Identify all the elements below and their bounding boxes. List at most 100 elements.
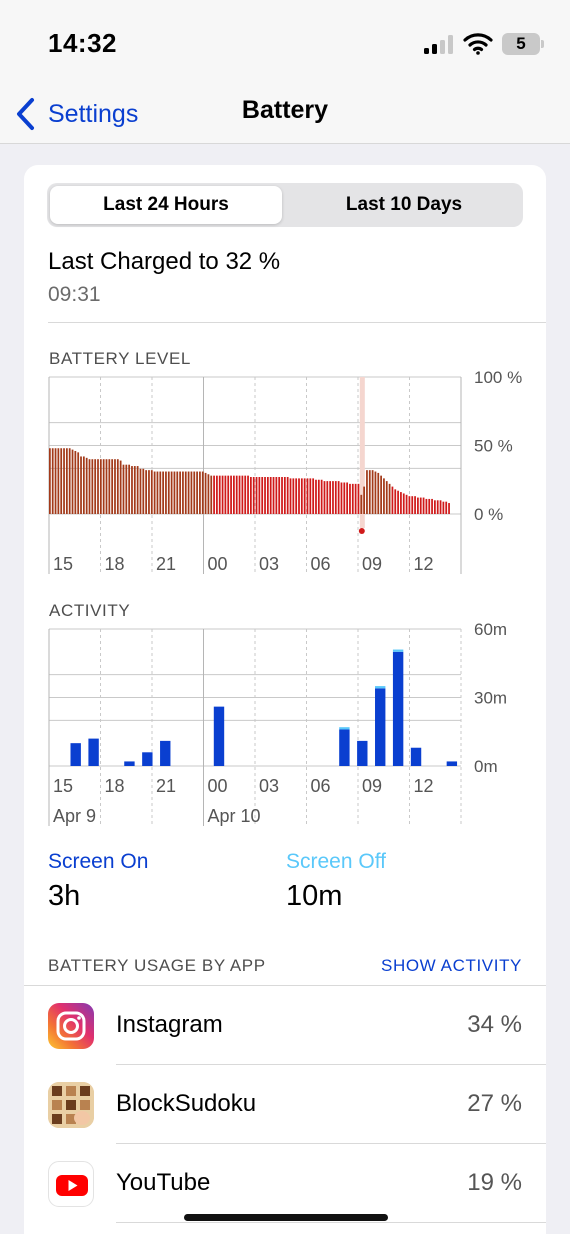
battery-bar	[445, 501, 448, 514]
battery-bar	[165, 471, 167, 514]
app-row-blocksudoku[interactable]: BlockSudoku 27 %	[24, 1065, 546, 1144]
y-tick-label: 50 %	[474, 437, 513, 456]
battery-bar	[80, 456, 82, 514]
battery-bar	[85, 457, 88, 514]
date-label: Apr 10	[208, 806, 261, 826]
battery-bar	[261, 477, 264, 514]
x-tick-label: 15	[53, 776, 73, 796]
battery-bar	[159, 471, 162, 514]
date-label: Apr 9	[53, 806, 96, 826]
x-tick-label: 18	[105, 776, 125, 796]
battery-bar	[442, 501, 445, 514]
battery-bar	[329, 481, 332, 514]
battery-bar	[114, 459, 116, 514]
app-name: YouTube	[116, 1169, 211, 1196]
time-range-segmented-control: Last 24 Hours Last 10 Days	[47, 183, 523, 227]
screen-on-bar	[339, 729, 350, 766]
battery-bar	[417, 497, 419, 514]
x-tick-label: 18	[105, 554, 125, 574]
battery-bar	[258, 477, 261, 514]
battery-bar	[334, 481, 337, 514]
battery-bar	[235, 475, 238, 514]
home-indicator[interactable]	[184, 1214, 388, 1221]
app-percent: 19 %	[467, 1169, 522, 1196]
battery-bar	[221, 475, 224, 514]
battery-bar	[136, 466, 139, 514]
battery-bar	[278, 477, 281, 514]
battery-bar	[292, 478, 295, 514]
app-name: BlockSudoku	[116, 1090, 257, 1117]
battery-bar	[54, 448, 57, 514]
battery-bar	[300, 478, 303, 514]
battery-bar	[227, 475, 230, 514]
battery-bar	[213, 475, 215, 514]
app-row-youtube[interactable]: YouTube 19 %	[24, 1144, 546, 1223]
battery-bar	[422, 497, 425, 514]
battery-bar	[374, 471, 377, 514]
battery-bar	[303, 478, 306, 514]
app-row-instagram[interactable]: Instagram 34 %	[24, 986, 546, 1065]
battery-bar	[167, 471, 170, 514]
screen-on-bar	[142, 752, 153, 766]
battery-bar	[193, 471, 196, 514]
battery-bar	[88, 459, 91, 514]
battery-nub	[541, 40, 544, 48]
screen-off-label: Screen Off	[286, 850, 386, 873]
battery-bar	[295, 478, 298, 514]
battery-bar	[266, 477, 269, 514]
battery-bar	[317, 479, 320, 514]
battery-bar	[332, 481, 334, 514]
battery-bar	[170, 471, 173, 514]
battery-bar	[388, 483, 391, 514]
battery-bar	[184, 471, 187, 514]
battery-bar	[230, 475, 232, 514]
app-percent: 27 %	[467, 1090, 522, 1117]
battery-bar	[368, 470, 371, 514]
battery-bar	[281, 477, 283, 514]
battery-bar	[349, 483, 351, 514]
battery-bar	[173, 471, 176, 514]
charging-dot	[358, 528, 365, 534]
battery-bar	[131, 466, 133, 514]
show-activity-button[interactable]: SHOW ACTIVITY	[381, 956, 522, 976]
battery-bar	[309, 478, 312, 514]
battery-bar	[402, 493, 405, 514]
battery-bar	[436, 500, 439, 514]
battery-bar	[207, 474, 210, 514]
battery-bar	[238, 475, 241, 514]
x-tick-label: 12	[414, 554, 434, 574]
battery-bar	[326, 481, 329, 514]
screen-on-bar	[446, 761, 458, 766]
battery-bar	[275, 477, 278, 514]
screen-off-bar	[375, 686, 386, 689]
battery-bar	[360, 494, 363, 514]
battery-bar	[400, 492, 402, 514]
screen-on-value: 3h	[48, 880, 81, 912]
segment-last-24-hours[interactable]: Last 24 Hours	[50, 186, 282, 224]
segment-last-10-days[interactable]: Last 10 Days	[288, 186, 520, 224]
battery-bar	[323, 481, 326, 514]
x-tick-label: 06	[311, 776, 331, 796]
divider	[48, 322, 546, 323]
battery-bar	[57, 448, 60, 514]
battery-bar	[77, 452, 80, 514]
battery-bar	[119, 460, 122, 514]
app-name: Instagram	[116, 1011, 223, 1038]
battery-bar	[60, 448, 63, 514]
app-percent: 34 %	[467, 1011, 522, 1038]
screen-on-bar	[160, 740, 171, 766]
battery-bar	[252, 477, 255, 514]
battery-bar	[414, 496, 416, 514]
battery-bar	[241, 475, 244, 514]
screen-on-bar	[357, 740, 368, 766]
battery-bar	[286, 477, 289, 514]
battery-bar	[182, 471, 184, 514]
x-tick-label: 12	[414, 776, 434, 796]
activity-chart: 60m 30m 0m 15 18 21 00 03 06 09 12 Apr 9 Apr 10	[48, 620, 507, 826]
battery-bar	[94, 459, 97, 514]
screen-on-bar	[124, 761, 135, 766]
battery-bar	[337, 481, 340, 514]
screen-off-value: 10m	[286, 880, 343, 912]
battery-bar	[216, 475, 218, 514]
battery-bar	[210, 475, 213, 514]
